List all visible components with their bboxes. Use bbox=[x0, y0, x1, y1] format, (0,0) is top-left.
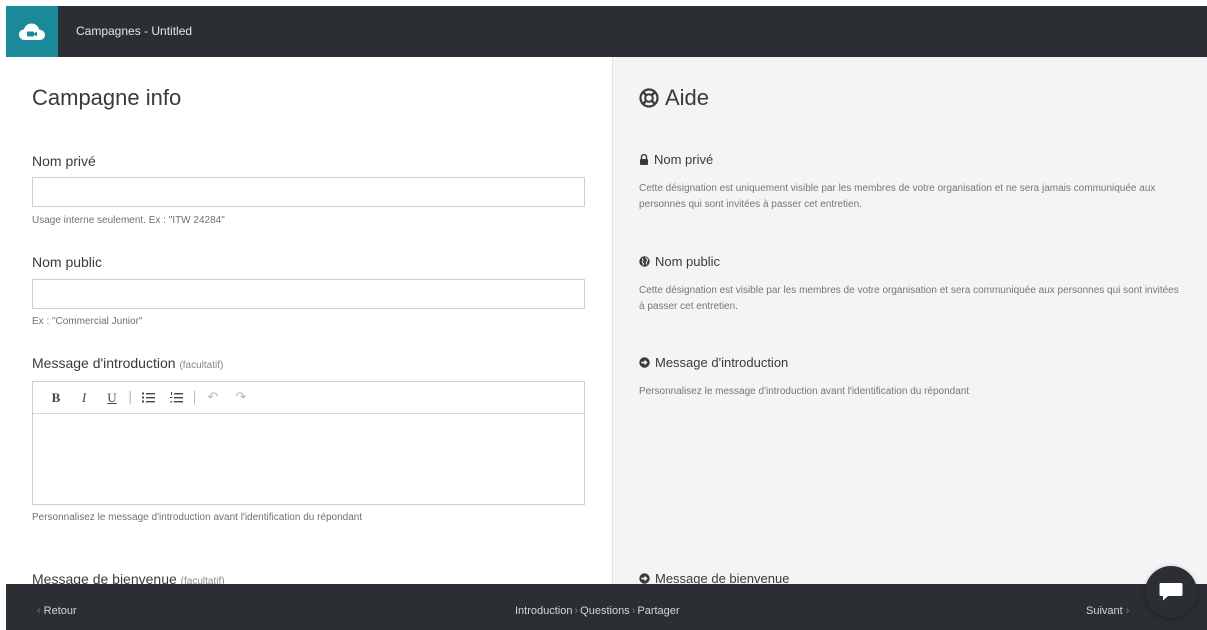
intro-message-help: Personnalisez le message d'introduction … bbox=[32, 512, 363, 523]
bold-button[interactable]: B bbox=[45, 388, 67, 408]
undo-icon: ↶ bbox=[207, 390, 219, 405]
arrow-circle-right-icon bbox=[639, 573, 650, 584]
help-welcome-message-title-text: Message de bienvenue bbox=[655, 571, 790, 584]
next-button[interactable]: Suivant › bbox=[1086, 584, 1132, 630]
optional-tag: (facultatif) bbox=[179, 360, 224, 371]
back-button[interactable]: ‹ Retour bbox=[34, 584, 77, 630]
bullet-list-button[interactable] bbox=[137, 388, 159, 408]
private-name-input[interactable] bbox=[32, 177, 585, 207]
step-questions[interactable]: Questions bbox=[580, 605, 630, 617]
undo-button[interactable]: ↶ bbox=[202, 388, 224, 408]
chat-bubble-icon bbox=[1159, 583, 1183, 601]
private-name-help: Usage interne seulement. Ex : "ITW 24284… bbox=[32, 215, 225, 226]
toolbar-separator: | bbox=[192, 390, 197, 405]
help-private-name-title: Nom privé bbox=[639, 152, 713, 167]
chevron-right-icon: › bbox=[574, 605, 579, 617]
cloud-camera-icon bbox=[19, 23, 45, 40]
chevron-right-icon: › bbox=[1125, 605, 1130, 617]
welcome-message-label: Message de bienvenue (facultatif) bbox=[32, 571, 225, 584]
help-intro-message-text: Personnalisez le message d'introduction … bbox=[639, 386, 970, 397]
public-name-label: Nom public bbox=[32, 254, 103, 270]
help-title: Aide bbox=[639, 85, 709, 111]
back-label: Retour bbox=[43, 605, 77, 617]
numbered-list-icon bbox=[169, 391, 183, 402]
app-logo[interactable] bbox=[6, 6, 58, 57]
bottom-nav-bar: ‹ Retour Introduction › Questions › Partager … bbox=[6, 584, 1207, 630]
next-label: Suivant bbox=[1086, 605, 1123, 617]
help-panel: Aide Nom privé Cette désignation est uni… bbox=[612, 57, 1207, 584]
help-public-name-title-text: Nom public bbox=[655, 254, 721, 269]
optional-tag: (facultatif) bbox=[180, 576, 225, 584]
editor-toolbar: B I U | | ↶ ↷ bbox=[33, 382, 584, 414]
form-title: Campagne info bbox=[32, 85, 182, 110]
help-title-text: Aide bbox=[665, 85, 710, 110]
numbered-list-button[interactable] bbox=[165, 388, 187, 408]
intro-message-editor: B I U | | ↶ ↷ bbox=[32, 381, 585, 505]
page-title: Campagnes - Untitled bbox=[76, 24, 193, 38]
top-bar: Campagnes - Untitled bbox=[6, 6, 1207, 57]
help-public-name-text: Cette désignation est visible par les me… bbox=[639, 285, 1179, 312]
chevron-right-icon: › bbox=[631, 605, 636, 617]
step-breadcrumb: Introduction › Questions › Partager bbox=[515, 584, 680, 630]
chat-launcher-button[interactable] bbox=[1145, 566, 1197, 618]
globe-icon bbox=[639, 256, 650, 267]
public-name-help: Ex : "Commercial Junior" bbox=[32, 316, 143, 327]
intro-message-label-text: Message d'introduction bbox=[32, 355, 176, 371]
public-name-input[interactable] bbox=[32, 279, 585, 309]
help-intro-message-title-text: Message d'introduction bbox=[655, 355, 789, 370]
help-private-name-text: Cette désignation est uniquement visible… bbox=[639, 183, 1156, 210]
redo-icon: ↷ bbox=[235, 390, 247, 405]
toolbar-separator: | bbox=[128, 390, 133, 405]
campaign-form: Campagne info Nom privé Usage interne se… bbox=[6, 57, 612, 584]
underline-button[interactable]: U bbox=[101, 388, 123, 408]
arrow-circle-right-icon bbox=[639, 357, 650, 368]
help-welcome-message-title: Message de bienvenue bbox=[639, 571, 789, 584]
italic-button[interactable]: I bbox=[73, 388, 95, 408]
chevron-left-icon: ‹ bbox=[37, 605, 41, 617]
help-intro-message-title: Message d'introduction bbox=[639, 355, 788, 370]
step-partager[interactable]: Partager bbox=[637, 605, 679, 617]
redo-button[interactable]: ↷ bbox=[230, 388, 252, 408]
welcome-message-label-text: Message de bienvenue bbox=[32, 571, 177, 584]
private-name-label: Nom privé bbox=[32, 153, 96, 169]
step-introduction[interactable]: Introduction bbox=[515, 605, 572, 617]
intro-message-text-area[interactable] bbox=[33, 414, 584, 504]
lock-icon bbox=[640, 154, 648, 165]
lifebuoy-icon bbox=[639, 88, 659, 108]
help-private-name-title-text: Nom privé bbox=[654, 152, 714, 167]
bullet-list-icon bbox=[141, 392, 155, 403]
intro-message-label: Message d'introduction (facultatif) bbox=[32, 355, 223, 371]
help-public-name-title: Nom public bbox=[639, 254, 720, 269]
